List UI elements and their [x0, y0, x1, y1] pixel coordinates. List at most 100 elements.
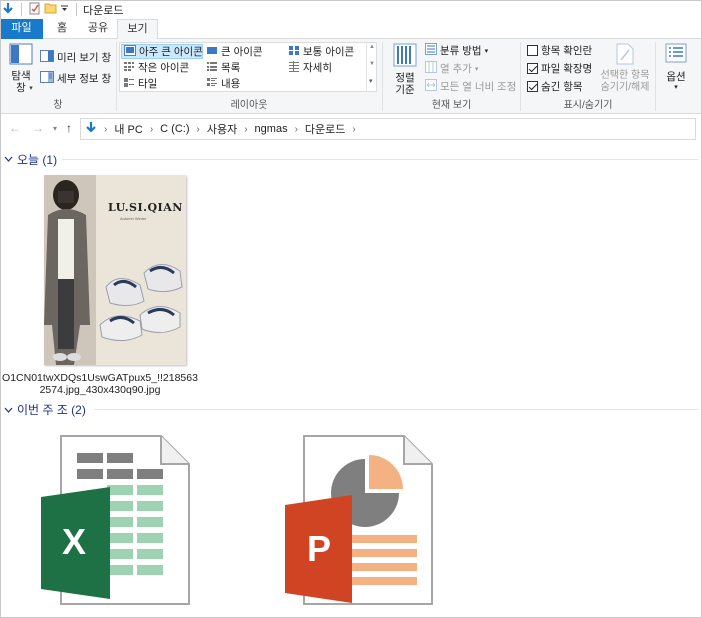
current-view-group-label: 현재 보기	[431, 100, 472, 111]
collapse-chevron-icon[interactable]	[4, 403, 13, 417]
item-check-boxes-toggle[interactable]: 항목 확인란	[527, 43, 592, 58]
chevron-down-icon: ▾	[484, 47, 489, 55]
layout-list[interactable]: 목록	[204, 60, 284, 75]
hide-selected-icon	[616, 43, 634, 68]
navigation-pane-button[interactable]: 탐색 창 ▾	[8, 43, 34, 94]
back-arrow-icon[interactable]: ←	[9, 121, 21, 135]
hide-selected-items-button[interactable]: 선택한 항목 숨기기/해제	[598, 43, 652, 94]
list-label: 목록	[221, 62, 241, 74]
chevron-down-icon: ▾	[29, 85, 33, 92]
up-arrow-icon[interactable]: ↑	[66, 121, 72, 135]
add-columns-button[interactable]: 열 추가 ▾	[425, 61, 478, 76]
layout-small-icons[interactable]: 작은 아이콘	[121, 60, 203, 75]
item-check-boxes-checkbox[interactable]	[527, 45, 538, 56]
breadcrumb-this-pc[interactable]: 내 PC	[114, 121, 142, 137]
tab-view[interactable]: 보기	[117, 19, 158, 40]
group-by-icon	[425, 43, 437, 58]
large-icons-icon	[206, 45, 218, 59]
size-all-columns-button[interactable]: 모든 열 너비 조정	[425, 79, 516, 94]
navigation-pane-icon	[9, 43, 33, 68]
preview-pane-icon	[40, 50, 54, 65]
excel-letter: X	[62, 521, 87, 562]
small-icons-icon	[123, 61, 135, 75]
breadcrumb-chevron-icon[interactable]: ›	[104, 124, 107, 135]
add-columns-icon	[425, 61, 437, 76]
tiles-label: 타일	[138, 78, 158, 90]
show-hide-group-label: 표시/숨기기	[563, 100, 613, 111]
group-header-today[interactable]: 오늘 (1)	[4, 151, 57, 168]
download-arrow-icon[interactable]	[2, 2, 14, 18]
group-header-divider	[94, 409, 698, 410]
sort-by-icon	[393, 43, 417, 70]
current-view-group: 정렬 기준 분류 방법 ▾ 열 추가 ▾ 모든 열 너비 조정 현재 보기	[383, 39, 520, 114]
tab-home[interactable]: 홈	[44, 19, 80, 39]
item-check-boxes-label: 항목 확인란	[541, 45, 593, 57]
extra-large-icons-label: 아주 큰 아이콘	[139, 46, 203, 58]
tiles-icon	[123, 77, 135, 91]
powerpoint-file-icon	[285, 435, 433, 605]
breadcrumb-chevron-icon[interactable]: ›	[244, 124, 247, 135]
layout-tiles[interactable]: 타일	[121, 76, 203, 91]
layout-large-icons[interactable]: 큰 아이콘	[204, 44, 284, 59]
file-name-extensions-toggle[interactable]: 파일 확장명	[527, 61, 592, 76]
file-name-extensions-label: 파일 확장명	[541, 63, 593, 75]
breadcrumb-chevron-icon[interactable]: ›	[295, 124, 298, 135]
hide-selected-items-label: 선택한 항목 숨기기/해제	[600, 70, 650, 93]
breadcrumb-chevron-icon[interactable]: ›	[150, 124, 153, 135]
tab-share[interactable]: 공유	[80, 19, 116, 39]
file-item-image[interactable]: LU.SI.QIAN Autumn Winter O1CN01twXDQs1Us…	[0, 172, 200, 397]
group-by-button[interactable]: 분류 방법 ▾	[425, 43, 488, 58]
layout-medium-icons[interactable]: 보통 아이콘	[286, 44, 366, 59]
breadcrumb-chevron-icon[interactable]: ›	[196, 124, 199, 135]
hidden-items-checkbox[interactable]	[527, 81, 538, 92]
toolbar-divider	[21, 3, 22, 16]
add-columns-label: 열 추가	[440, 63, 472, 75]
breadcrumb-c-drive[interactable]: C (C:)	[160, 123, 189, 135]
breadcrumb-chevron-icon[interactable]: ›	[352, 124, 355, 135]
toolbar-divider	[76, 3, 77, 16]
recent-locations-chevron-icon[interactable]: ▾	[53, 124, 57, 133]
gallery-expand-icon[interactable]: ▾	[369, 77, 373, 85]
file-name-label: O1CN01twXDQs1UswGATpux5_!!2185632574.jpg…	[2, 372, 198, 396]
layout-gallery-scrollbar[interactable]: ▲ ▼ ▾	[366, 43, 376, 91]
details-pane-button[interactable]: 세부 정보 창	[40, 71, 111, 86]
ribbon: 탐색 창 ▾ 미리 보기 창 세부 정보 창 창 레이아웃 아주 큰 아이콘 큰…	[0, 39, 702, 114]
layout-details[interactable]: 자세히	[286, 60, 366, 75]
preview-pane-button[interactable]: 미리 보기 창	[40, 50, 111, 65]
options-icon	[665, 43, 687, 66]
scroll-down-icon[interactable]: ▼	[369, 61, 375, 67]
group-header-label: 오늘 (1)	[17, 153, 58, 167]
size-columns-icon	[425, 79, 437, 94]
downloads-folder-icon	[85, 121, 97, 137]
options-button[interactable]: 옵션 ▾	[662, 43, 690, 91]
layout-group-label: 레이아웃	[230, 100, 268, 111]
file-name-extensions-checkbox[interactable]	[527, 63, 538, 74]
layout-gallery: 아주 큰 아이콘 큰 아이콘 보통 아이콘 작은 아이콘 목록 자세히 타일 내…	[119, 42, 377, 92]
scroll-up-icon[interactable]: ▲	[369, 44, 375, 50]
properties-icon[interactable]	[29, 2, 41, 18]
breadcrumb-downloads[interactable]: 다운로드	[305, 121, 345, 137]
new-folder-icon[interactable]	[44, 2, 57, 17]
content-icon	[206, 77, 218, 91]
group-header-this-week[interactable]: 이번 주 조 (2)	[4, 401, 86, 418]
file-item-powerpoint[interactable]: P	[285, 435, 437, 605]
list-icon	[206, 61, 218, 75]
hidden-items-toggle[interactable]: 숨긴 항목	[527, 79, 583, 94]
file-item-excel[interactable]: X	[40, 435, 192, 605]
panes-group-label: 창	[53, 100, 63, 111]
layout-content[interactable]: 내용	[204, 76, 284, 91]
window-title: 다운로드	[83, 4, 124, 17]
breadcrumb-users[interactable]: 사용자	[207, 121, 237, 137]
details-pane-icon	[40, 71, 54, 86]
powerpoint-letter: P	[307, 528, 332, 569]
group-header-label: 이번 주 조 (2)	[17, 403, 86, 417]
sort-by-button[interactable]: 정렬 기준	[391, 43, 419, 96]
tab-file[interactable]: 파일	[0, 19, 43, 39]
forward-arrow-icon[interactable]: →	[32, 121, 44, 135]
layout-extra-large-icons[interactable]: 아주 큰 아이콘	[121, 44, 203, 59]
address-bar[interactable]: › 내 PC › C (C:) › 사용자 › ngmas › 다운로드 ›	[80, 118, 696, 140]
collapse-chevron-icon[interactable]	[4, 155, 13, 165]
customize-toolbar-dropdown-icon[interactable]	[60, 4, 69, 16]
breadcrumb-user-folder[interactable]: ngmas	[255, 123, 288, 135]
extra-large-icons-icon	[124, 44, 136, 59]
